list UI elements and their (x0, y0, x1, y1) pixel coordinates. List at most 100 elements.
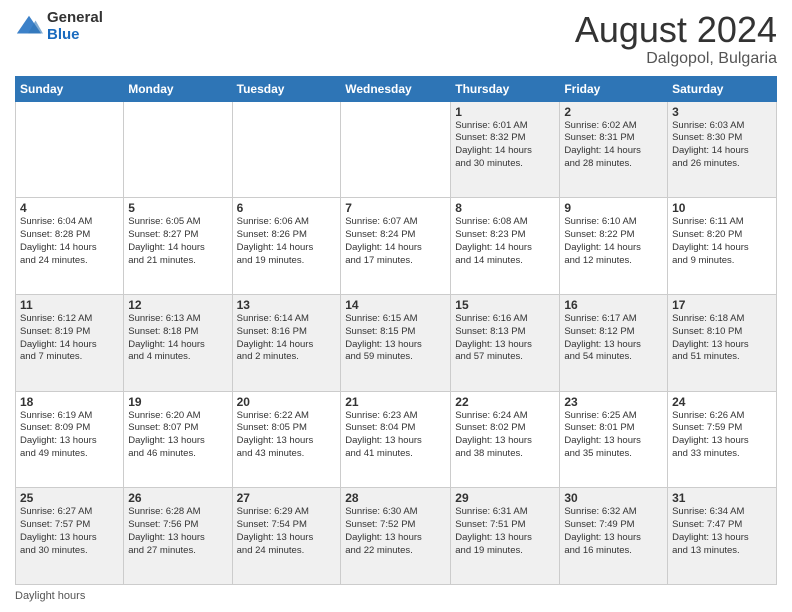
day-info: Sunrise: 6:17 AM Sunset: 8:12 PM Dayligh… (564, 313, 663, 364)
col-saturday: Saturday (668, 76, 777, 101)
day-info: Sunrise: 6:32 AM Sunset: 7:49 PM Dayligh… (564, 506, 663, 557)
day-number: 17 (672, 298, 772, 312)
calendar-cell: 5Sunrise: 6:05 AM Sunset: 8:27 PM Daylig… (124, 198, 232, 295)
day-number: 2 (564, 105, 663, 119)
calendar-cell: 16Sunrise: 6:17 AM Sunset: 8:12 PM Dayli… (560, 294, 668, 391)
calendar-cell: 11Sunrise: 6:12 AM Sunset: 8:19 PM Dayli… (16, 294, 124, 391)
day-number: 11 (20, 298, 119, 312)
day-number: 14 (345, 298, 446, 312)
day-info: Sunrise: 6:11 AM Sunset: 8:20 PM Dayligh… (672, 216, 772, 267)
calendar-cell: 23Sunrise: 6:25 AM Sunset: 8:01 PM Dayli… (560, 391, 668, 488)
header: General Blue August 2024 Dalgopol, Bulga… (15, 10, 777, 68)
day-info: Sunrise: 6:18 AM Sunset: 8:10 PM Dayligh… (672, 313, 772, 364)
day-info: Sunrise: 6:05 AM Sunset: 8:27 PM Dayligh… (128, 216, 227, 267)
logo-text: General Blue (47, 10, 103, 43)
day-info: Sunrise: 6:01 AM Sunset: 8:32 PM Dayligh… (455, 120, 555, 171)
calendar-cell: 20Sunrise: 6:22 AM Sunset: 8:05 PM Dayli… (232, 391, 341, 488)
calendar-location: Dalgopol, Bulgaria (575, 50, 777, 68)
day-number: 12 (128, 298, 227, 312)
calendar-cell: 14Sunrise: 6:15 AM Sunset: 8:15 PM Dayli… (341, 294, 451, 391)
day-number: 27 (237, 491, 337, 505)
day-number: 9 (564, 201, 663, 215)
day-number: 31 (672, 491, 772, 505)
calendar-cell: 25Sunrise: 6:27 AM Sunset: 7:57 PM Dayli… (16, 488, 124, 585)
footer-text: Daylight hours (15, 590, 85, 602)
calendar-cell: 29Sunrise: 6:31 AM Sunset: 7:51 PM Dayli… (451, 488, 560, 585)
day-number: 23 (564, 395, 663, 409)
calendar-cell: 10Sunrise: 6:11 AM Sunset: 8:20 PM Dayli… (668, 198, 777, 295)
calendar-cell (232, 101, 341, 198)
day-info: Sunrise: 6:25 AM Sunset: 8:01 PM Dayligh… (564, 410, 663, 461)
calendar-cell: 27Sunrise: 6:29 AM Sunset: 7:54 PM Dayli… (232, 488, 341, 585)
day-info: Sunrise: 6:23 AM Sunset: 8:04 PM Dayligh… (345, 410, 446, 461)
day-number: 15 (455, 298, 555, 312)
day-info: Sunrise: 6:24 AM Sunset: 8:02 PM Dayligh… (455, 410, 555, 461)
day-info: Sunrise: 6:08 AM Sunset: 8:23 PM Dayligh… (455, 216, 555, 267)
calendar-cell: 24Sunrise: 6:26 AM Sunset: 7:59 PM Dayli… (668, 391, 777, 488)
calendar-cell: 28Sunrise: 6:30 AM Sunset: 7:52 PM Dayli… (341, 488, 451, 585)
day-info: Sunrise: 6:14 AM Sunset: 8:16 PM Dayligh… (237, 313, 337, 364)
col-friday: Friday (560, 76, 668, 101)
day-number: 8 (455, 201, 555, 215)
col-wednesday: Wednesday (341, 76, 451, 101)
calendar-cell: 7Sunrise: 6:07 AM Sunset: 8:24 PM Daylig… (341, 198, 451, 295)
col-sunday: Sunday (16, 76, 124, 101)
day-number: 1 (455, 105, 555, 119)
calendar-cell: 18Sunrise: 6:19 AM Sunset: 8:09 PM Dayli… (16, 391, 124, 488)
calendar-cell: 1Sunrise: 6:01 AM Sunset: 8:32 PM Daylig… (451, 101, 560, 198)
day-number: 21 (345, 395, 446, 409)
day-number: 18 (20, 395, 119, 409)
day-info: Sunrise: 6:31 AM Sunset: 7:51 PM Dayligh… (455, 506, 555, 557)
calendar-week-row: 18Sunrise: 6:19 AM Sunset: 8:09 PM Dayli… (16, 391, 777, 488)
day-number: 26 (128, 491, 227, 505)
day-info: Sunrise: 6:19 AM Sunset: 8:09 PM Dayligh… (20, 410, 119, 461)
calendar-cell: 12Sunrise: 6:13 AM Sunset: 8:18 PM Dayli… (124, 294, 232, 391)
day-number: 3 (672, 105, 772, 119)
day-number: 16 (564, 298, 663, 312)
logo-general-text: General (47, 10, 103, 27)
col-monday: Monday (124, 76, 232, 101)
calendar-cell: 19Sunrise: 6:20 AM Sunset: 8:07 PM Dayli… (124, 391, 232, 488)
logo-icon (15, 13, 43, 41)
calendar-cell: 17Sunrise: 6:18 AM Sunset: 8:10 PM Dayli… (668, 294, 777, 391)
col-tuesday: Tuesday (232, 76, 341, 101)
calendar-cell (341, 101, 451, 198)
calendar-cell (16, 101, 124, 198)
day-number: 4 (20, 201, 119, 215)
day-number: 24 (672, 395, 772, 409)
calendar-cell: 2Sunrise: 6:02 AM Sunset: 8:31 PM Daylig… (560, 101, 668, 198)
day-info: Sunrise: 6:12 AM Sunset: 8:19 PM Dayligh… (20, 313, 119, 364)
calendar-cell: 13Sunrise: 6:14 AM Sunset: 8:16 PM Dayli… (232, 294, 341, 391)
calendar-cell: 8Sunrise: 6:08 AM Sunset: 8:23 PM Daylig… (451, 198, 560, 295)
day-number: 7 (345, 201, 446, 215)
title-block: August 2024 Dalgopol, Bulgaria (575, 10, 777, 68)
calendar-week-row: 1Sunrise: 6:01 AM Sunset: 8:32 PM Daylig… (16, 101, 777, 198)
day-info: Sunrise: 6:06 AM Sunset: 8:26 PM Dayligh… (237, 216, 337, 267)
calendar-title: August 2024 (575, 10, 777, 50)
day-info: Sunrise: 6:15 AM Sunset: 8:15 PM Dayligh… (345, 313, 446, 364)
day-info: Sunrise: 6:13 AM Sunset: 8:18 PM Dayligh… (128, 313, 227, 364)
day-number: 29 (455, 491, 555, 505)
day-info: Sunrise: 6:07 AM Sunset: 8:24 PM Dayligh… (345, 216, 446, 267)
day-number: 5 (128, 201, 227, 215)
day-info: Sunrise: 6:26 AM Sunset: 7:59 PM Dayligh… (672, 410, 772, 461)
logo-blue-text: Blue (47, 27, 103, 44)
day-info: Sunrise: 6:22 AM Sunset: 8:05 PM Dayligh… (237, 410, 337, 461)
day-number: 19 (128, 395, 227, 409)
day-info: Sunrise: 6:04 AM Sunset: 8:28 PM Dayligh… (20, 216, 119, 267)
calendar-cell: 4Sunrise: 6:04 AM Sunset: 8:28 PM Daylig… (16, 198, 124, 295)
day-info: Sunrise: 6:29 AM Sunset: 7:54 PM Dayligh… (237, 506, 337, 557)
day-info: Sunrise: 6:03 AM Sunset: 8:30 PM Dayligh… (672, 120, 772, 171)
footer: Daylight hours (15, 590, 777, 602)
day-info: Sunrise: 6:27 AM Sunset: 7:57 PM Dayligh… (20, 506, 119, 557)
calendar-week-row: 25Sunrise: 6:27 AM Sunset: 7:57 PM Dayli… (16, 488, 777, 585)
calendar-week-row: 4Sunrise: 6:04 AM Sunset: 8:28 PM Daylig… (16, 198, 777, 295)
calendar-cell: 30Sunrise: 6:32 AM Sunset: 7:49 PM Dayli… (560, 488, 668, 585)
day-info: Sunrise: 6:28 AM Sunset: 7:56 PM Dayligh… (128, 506, 227, 557)
day-number: 10 (672, 201, 772, 215)
day-number: 22 (455, 395, 555, 409)
day-info: Sunrise: 6:20 AM Sunset: 8:07 PM Dayligh… (128, 410, 227, 461)
day-info: Sunrise: 6:34 AM Sunset: 7:47 PM Dayligh… (672, 506, 772, 557)
calendar-cell: 9Sunrise: 6:10 AM Sunset: 8:22 PM Daylig… (560, 198, 668, 295)
calendar-cell: 31Sunrise: 6:34 AM Sunset: 7:47 PM Dayli… (668, 488, 777, 585)
